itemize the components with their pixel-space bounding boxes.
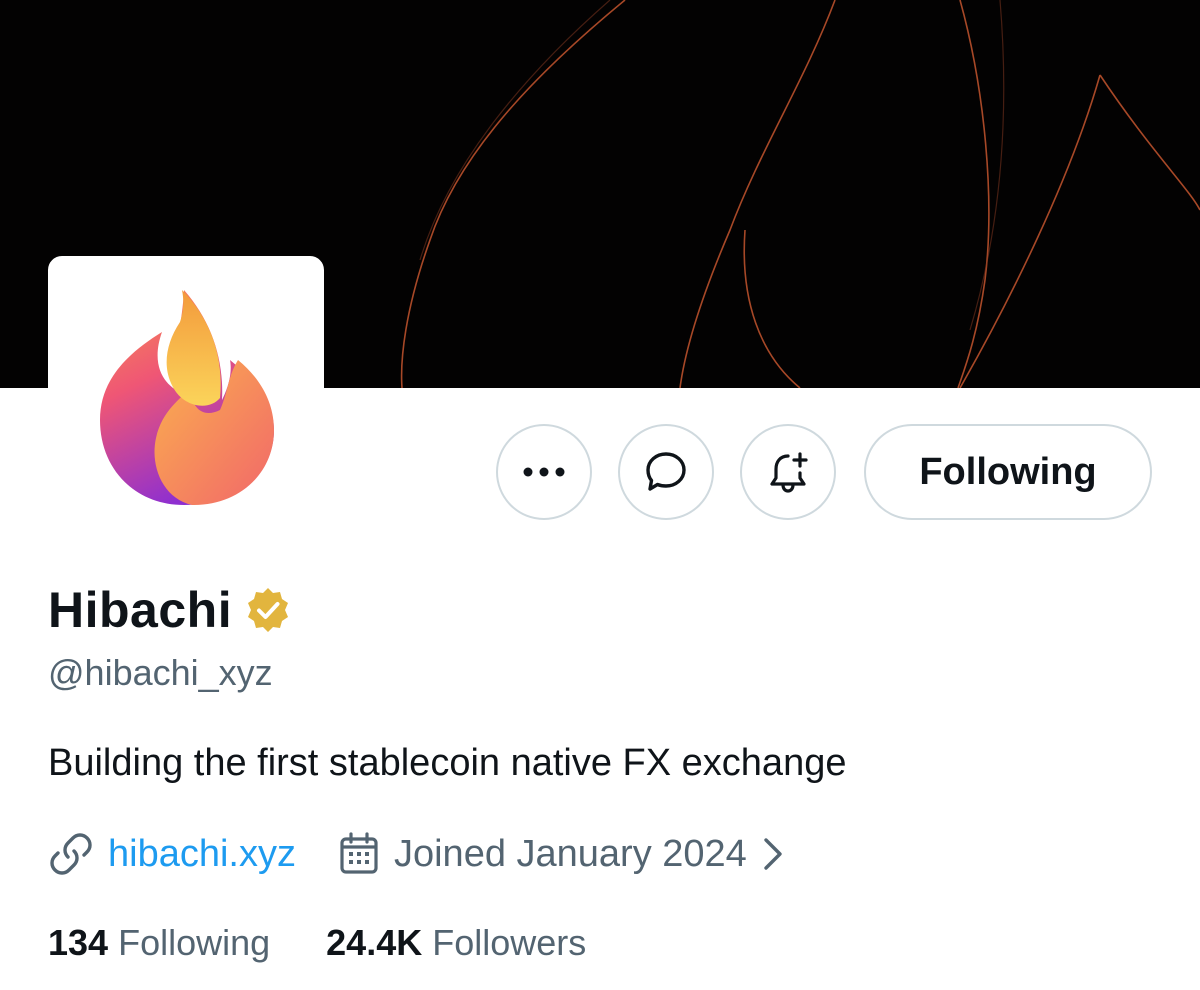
hibachi-flame-logo (100, 290, 274, 506)
following-label: Following (118, 922, 271, 963)
profile-stats-row: 134 Following 24.4K Followers (48, 918, 586, 968)
message-bubble-icon (646, 452, 686, 491)
more-horizontal-icon (523, 467, 565, 477)
followers-stat[interactable]: 24.4K Followers (326, 922, 586, 964)
followers-count: 24.4K (326, 922, 423, 963)
profile-handle: @hibachi_xyz (48, 652, 273, 693)
joined-date[interactable]: Joined January 2024 (394, 833, 747, 876)
link-icon (50, 833, 92, 875)
following-count: 134 (48, 922, 109, 963)
following-button[interactable]: Following (864, 424, 1152, 520)
notifications-button[interactable] (740, 424, 836, 520)
bell-plus-icon (770, 452, 808, 493)
following-stat[interactable]: 134 Following (48, 922, 270, 964)
profile-avatar[interactable] (48, 256, 324, 532)
profile-name-row: Hibachi (48, 578, 292, 642)
display-name: Hibachi (48, 582, 233, 638)
followers-label: Followers (432, 922, 587, 963)
chevron-right-icon[interactable] (761, 835, 785, 873)
calendar-icon (340, 832, 378, 874)
website-link[interactable]: hibachi.xyz (108, 833, 296, 876)
more-options-button[interactable] (496, 424, 592, 520)
profile-bio: Building the first stablecoin native FX … (48, 742, 847, 784)
gold-verified-badge-icon[interactable] (244, 586, 292, 634)
message-button[interactable] (618, 424, 714, 520)
profile-meta-row: hibachi.xyz Joined January 2024 (48, 826, 785, 882)
